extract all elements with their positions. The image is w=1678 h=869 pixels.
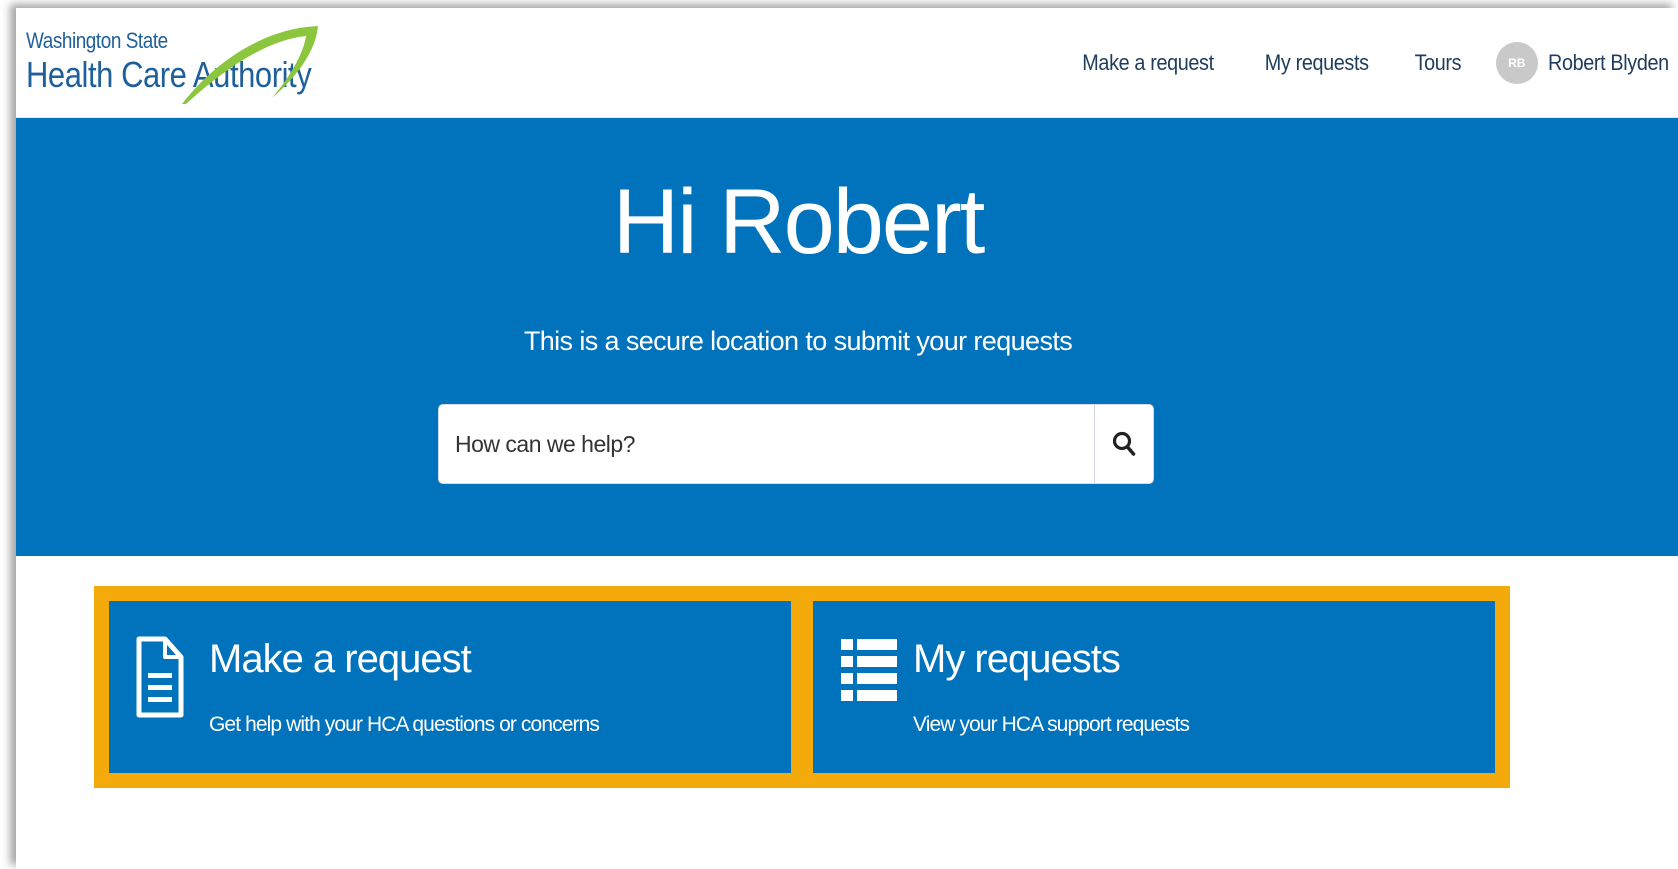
- search-icon: [1112, 431, 1136, 456]
- my-requests-card-title: My requests: [913, 637, 1121, 681]
- my-requests-card[interactable]: My requests View your HCA support reques…: [813, 601, 1495, 773]
- search-button[interactable]: [1094, 405, 1153, 483]
- make-request-card-highlight: Make a request Get help with your HCA qu…: [94, 586, 806, 788]
- make-request-card[interactable]: Make a request Get help with your HCA qu…: [109, 601, 791, 773]
- site-header: Washington State Health Care Authority M…: [16, 8, 1678, 118]
- browser-page: Washington State Health Care Authority M…: [16, 8, 1678, 869]
- nav-make-request[interactable]: Make a request: [1082, 50, 1214, 76]
- user-name-menu[interactable]: Robert Blyden: [1548, 50, 1669, 76]
- hero-banner: Hi Robert This is a secure location to s…: [16, 118, 1678, 556]
- user-avatar[interactable]: RB: [1495, 41, 1538, 84]
- logo-line-1: Washington State: [26, 28, 168, 53]
- avatar-initials: RB: [1508, 55, 1526, 70]
- search-input[interactable]: [439, 405, 1095, 483]
- make-request-card-title: Make a request: [209, 637, 472, 681]
- search-box: [438, 404, 1154, 484]
- list-icon: [841, 639, 897, 701]
- screen: Washington State Health Care Authority M…: [0, 0, 1678, 869]
- nav-my-requests[interactable]: My requests: [1264, 50, 1368, 76]
- top-nav: Make a request My requests Tours RB Robe…: [1075, 8, 1678, 117]
- make-request-card-description: Get help with your HCA questions or conc…: [209, 713, 600, 736]
- logo-swoosh-icon: [182, 26, 318, 104]
- document-icon: [136, 636, 184, 718]
- my-requests-card-highlight: My requests View your HCA support reques…: [798, 586, 1510, 788]
- greeting-heading: Hi Robert: [612, 171, 986, 273]
- hero-subtitle: This is a secure location to submit your…: [523, 326, 1073, 356]
- nav-tours[interactable]: Tours: [1415, 50, 1462, 76]
- hca-logo[interactable]: Washington State Health Care Authority: [26, 20, 326, 110]
- my-requests-card-description: View your HCA support requests: [913, 713, 1190, 736]
